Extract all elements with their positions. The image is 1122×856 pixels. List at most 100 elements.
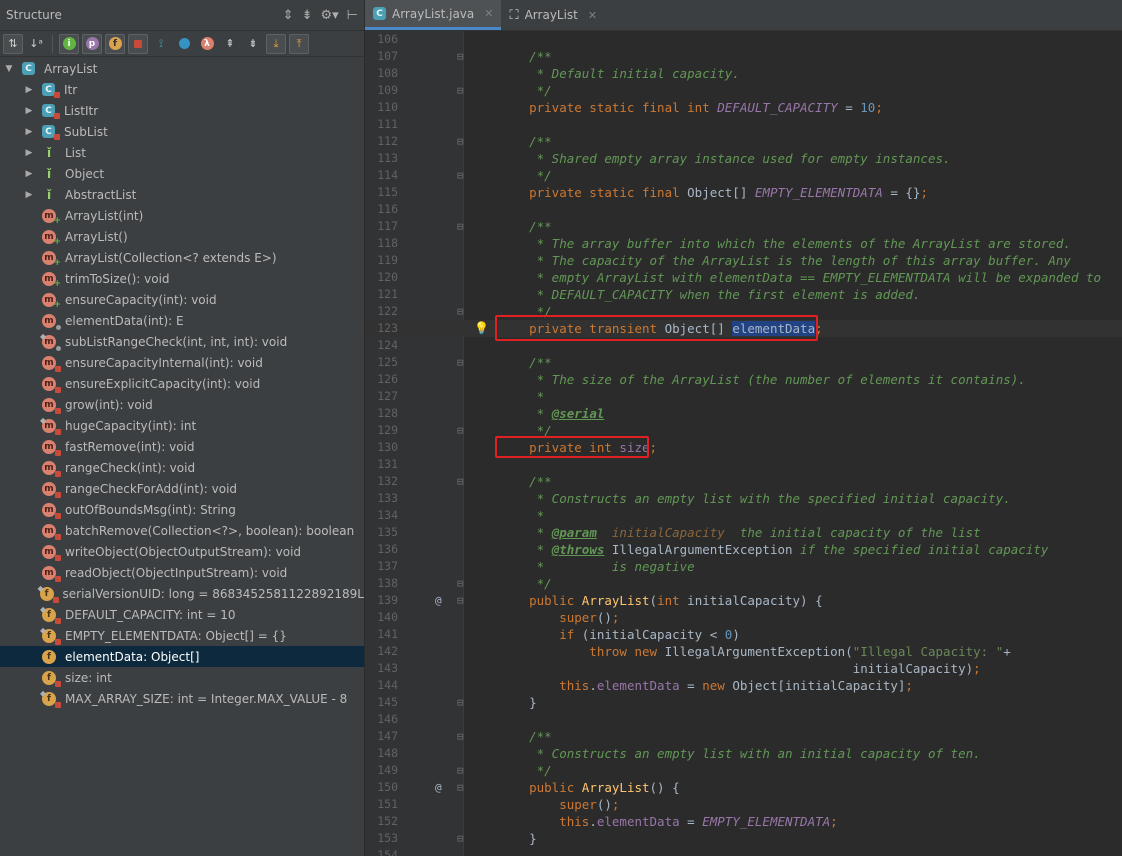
close-icon[interactable]: ✕ [484, 7, 493, 20]
tree-item[interactable]: m rangeCheckForAdd(int): void [0, 478, 364, 499]
code-line[interactable]: 129 ⊟ */ [365, 422, 1122, 439]
code-line[interactable]: 116 [365, 201, 1122, 218]
show-non-public-button[interactable] [128, 33, 148, 54]
code-line[interactable]: 138 ⊟ */ [365, 575, 1122, 592]
code-line[interactable]: 118 * The array buffer into which the el… [365, 235, 1122, 252]
fold-icon[interactable]: ⊟ [457, 694, 464, 711]
tree-item[interactable]: ▶ C ListItr [0, 100, 364, 121]
autoscroll-from-source-button[interactable]: ⤒ [289, 33, 309, 54]
annotation-gutter-icon[interactable]: @ [435, 779, 442, 796]
tree-item[interactable]: m + ArrayList(int) [0, 205, 364, 226]
code-line[interactable]: 107 ⊟ /** [365, 48, 1122, 65]
tree-item[interactable]: f ◆ EMPTY_ELEMENTDATA: Object[] = {} [0, 625, 364, 646]
code-line[interactable]: 153 ⊟ } [365, 830, 1122, 847]
chevron-right-icon[interactable]: ▶ [24, 85, 34, 95]
tree-item[interactable]: m + ArrayList(Collection<? extends E>) [0, 247, 364, 268]
chevron-right-icon[interactable]: ▶ [24, 106, 34, 116]
tree-item[interactable]: f ◆ MAX_ARRAY_SIZE: int = Integer.MAX_VALU… [0, 688, 364, 709]
tree-item[interactable]: m rangeCheck(int): void [0, 457, 364, 478]
hide-panel-icon[interactable]: ⊢ [347, 8, 358, 23]
fold-icon[interactable]: ⊟ [457, 218, 464, 235]
tree-item[interactable]: m fastRemove(int): void [0, 436, 364, 457]
code-line[interactable]: 144 this.elementData = new Object[initia… [365, 677, 1122, 694]
tree-item[interactable]: m writeObject(ObjectOutputStream): void [0, 541, 364, 562]
code-line[interactable]: 154 [365, 847, 1122, 856]
fold-icon[interactable]: ⊟ [457, 167, 464, 184]
show-properties-button[interactable]: p [82, 33, 102, 54]
sort-by-visibility-button[interactable]: ⇅ [3, 33, 23, 54]
code-line[interactable]: 151 super(); [365, 796, 1122, 813]
code-line[interactable]: 128 * @serial [365, 405, 1122, 422]
code-line[interactable]: 150 @ ⊟ public ArrayList() { [365, 779, 1122, 796]
annotation-gutter-icon[interactable]: @ [435, 592, 442, 609]
collapse-all-icon[interactable]: ⇟ [302, 8, 313, 23]
fold-icon[interactable]: ⊟ [457, 82, 464, 99]
chevron-right-icon[interactable]: ▶ [24, 148, 34, 158]
show-fields-button[interactable]: f [105, 33, 125, 54]
tree-item[interactable]: m readObject(ObjectInputStream): void [0, 562, 364, 583]
show-lambdas-toggle-button[interactable] [174, 34, 194, 54]
tree-item[interactable]: f ◆ DEFAULT_CAPACITY: int = 10 [0, 604, 364, 625]
code-line[interactable]: 140 super(); [365, 609, 1122, 626]
tree-item[interactable]: m grow(int): void [0, 394, 364, 415]
code-line[interactable]: 131 [365, 456, 1122, 473]
tree-item[interactable]: ▼ C ArrayList [0, 58, 364, 79]
tree-item[interactable]: ▶ ǐ List [0, 142, 364, 163]
code-line[interactable]: 143 initialCapacity); [365, 660, 1122, 677]
code-line[interactable]: 113 * Shared empty array instance used f… [365, 150, 1122, 167]
code-line[interactable]: 130 private int size; [365, 439, 1122, 456]
show-anonymous-button[interactable]: ⟟ [151, 34, 171, 54]
code-line[interactable]: 134 * [365, 507, 1122, 524]
fold-icon[interactable]: ⊟ [457, 303, 464, 320]
tree-item[interactable]: ▶ C Itr [0, 79, 364, 100]
fold-icon[interactable]: ⊟ [457, 422, 464, 439]
collapse-button[interactable]: ⇟ [243, 34, 263, 54]
show-lambdas-button[interactable]: λ [197, 34, 217, 54]
tree-item[interactable]: f size: int [0, 667, 364, 688]
code-line[interactable]: 148 * Constructs an empty list with an i… [365, 745, 1122, 762]
code-line[interactable]: 112 ⊟ /** [365, 133, 1122, 150]
tree-item[interactable]: ▶ ǐ AbstractList [0, 184, 364, 205]
code-line[interactable]: 115 private static final Object[] EMPTY_… [365, 184, 1122, 201]
chevron-right-icon[interactable]: ▶ [24, 190, 34, 200]
fold-icon[interactable]: ⊟ [457, 830, 464, 847]
lightbulb-icon[interactable]: 💡 [474, 320, 489, 337]
code-line[interactable]: 142 throw new IllegalArgumentException("… [365, 643, 1122, 660]
code-line[interactable]: 139 @ ⊟ public ArrayList(int initialCapaci… [365, 592, 1122, 609]
tree-item[interactable]: m elementData(int): E [0, 310, 364, 331]
code-line[interactable]: 121 * DEFAULT_CAPACITY when the first el… [365, 286, 1122, 303]
tree-item[interactable]: f elementData: Object[] [0, 646, 364, 667]
tree-item[interactable]: m + ArrayList() [0, 226, 364, 247]
code-line[interactable]: 109 ⊟ */ [365, 82, 1122, 99]
tree-item[interactable]: m batchRemove(Collection<?>, boolean): bo… [0, 520, 364, 541]
tab-arraylist-hierarchy[interactable]: ⛶ ArrayList ✕ [501, 0, 605, 30]
code-line[interactable]: 114 ⊟ */ [365, 167, 1122, 184]
show-inherited-button[interactable]: i [59, 33, 79, 54]
code-line[interactable]: 125 ⊟ /** [365, 354, 1122, 371]
expand-button[interactable]: ⇞ [220, 34, 240, 54]
code-line[interactable]: 147 ⊟ /** [365, 728, 1122, 745]
code-line[interactable]: 111 [365, 116, 1122, 133]
tree-item[interactable]: m + trimToSize(): void [0, 268, 364, 289]
tree-item[interactable]: f ◆ serialVersionUID: long = 8683452581122… [0, 583, 364, 604]
fold-icon[interactable]: ⊟ [457, 48, 464, 65]
code-line[interactable]: 149 ⊟ */ [365, 762, 1122, 779]
fold-icon[interactable]: ⊟ [457, 354, 464, 371]
tree-item[interactable]: m + ensureCapacity(int): void [0, 289, 364, 310]
tree-item[interactable]: m ◆ subListRangeCheck(int, int, int): void [0, 331, 364, 352]
code-line[interactable]: 145 ⊟ } [365, 694, 1122, 711]
code-line[interactable]: 110 private static final int DEFAULT_CAP… [365, 99, 1122, 116]
code-line[interactable]: 133 * Constructs an empty list with the … [365, 490, 1122, 507]
code-line[interactable]: 132 ⊟ /** [365, 473, 1122, 490]
code-line[interactable]: 120 * empty ArrayList with elementData =… [365, 269, 1122, 286]
code-line[interactable]: 126 * The size of the ArrayList (the num… [365, 371, 1122, 388]
tree-item[interactable]: m ◆ hugeCapacity(int): int [0, 415, 364, 436]
gear-icon[interactable]: ⚙▾ [320, 8, 338, 23]
code-line[interactable]: 136 * @throws IllegalArgumentException i… [365, 541, 1122, 558]
code-line[interactable]: 108 * Default initial capacity. [365, 65, 1122, 82]
chevron-right-icon[interactable]: ▶ [24, 169, 34, 179]
tab-arraylist-java[interactable]: C ArrayList.java ✕ [365, 0, 502, 30]
fold-icon[interactable]: ⊟ [457, 762, 464, 779]
tree-item[interactable]: m outOfBoundsMsg(int): String [0, 499, 364, 520]
fold-icon[interactable]: ⊟ [457, 473, 464, 490]
